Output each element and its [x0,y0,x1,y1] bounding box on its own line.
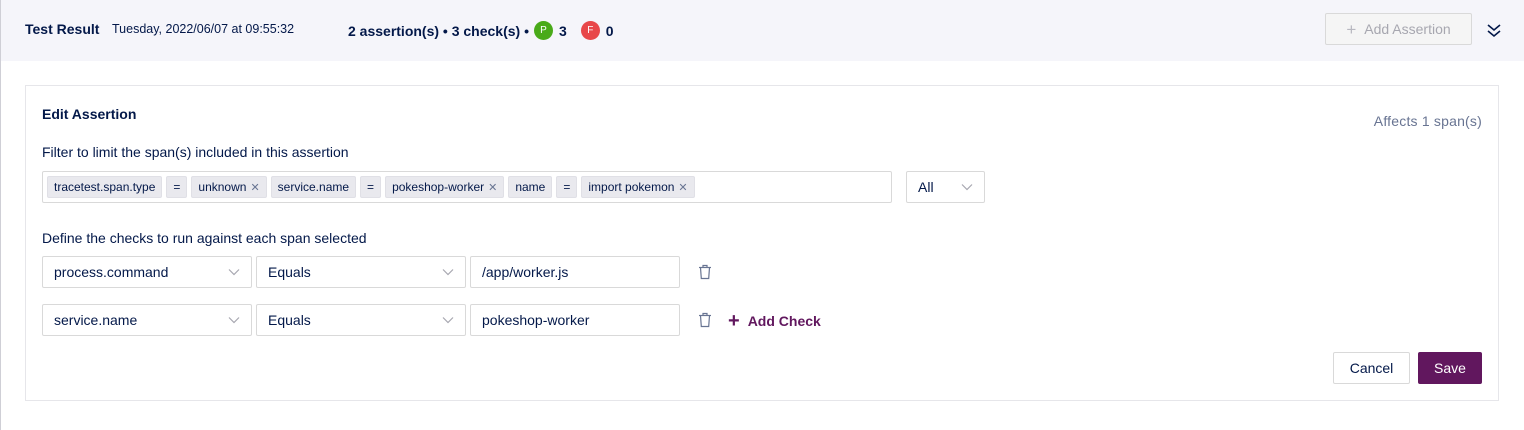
cancel-button[interactable]: Cancel [1333,352,1410,384]
add-check-button[interactable]: + Add Check [728,311,821,331]
pass-count: 3 [559,22,567,39]
plus-icon: + [728,310,740,332]
filter-label: Filter to limit the span(s) included in … [42,144,349,160]
check-value-text: /app/worker.js [482,264,569,280]
check-comparator-value: Equals [268,312,311,328]
page-title: Test Result [25,21,100,37]
filter-tag-operator: = [556,176,578,198]
check-attribute-value: process.command [54,264,169,280]
affected-spans-count: Affects 1 span(s) [1373,113,1482,129]
chevron-down-icon [442,317,454,324]
fail-badge: F [580,21,600,40]
edit-assertion-form: Edit Assertion Affects 1 span(s) Filter … [25,85,1499,401]
filter-tag-operator: = [166,176,188,198]
check-value-input[interactable]: /app/worker.js [470,256,680,288]
match-mode-select[interactable]: All [906,171,985,203]
add-check-label: Add Check [747,313,821,329]
assertion-summary: 2 assertion(s) • 3 check(s) • P 3 F 0 [348,21,614,40]
chevron-down-icon [228,269,240,276]
plus-icon: + [1346,19,1357,39]
check-comparator-select[interactable]: Equals [256,304,466,336]
double-chevron-down-icon[interactable] [1485,20,1503,40]
filter-tag-value-text: import pokemon [588,180,675,194]
fail-count: 0 [605,22,614,39]
summary-text: 2 assertion(s) • 3 check(s) • [348,22,529,39]
check-comparator-select[interactable]: Equals [256,256,466,288]
filter-tag-key: service.name [270,176,357,198]
remove-tag-icon[interactable]: ✕ [488,181,497,194]
remove-tag-icon[interactable]: ✕ [250,181,259,194]
pass-badge: P [534,21,553,40]
check-attribute-select[interactable]: service.name [42,304,252,336]
filter-tag-value: import pokemon ✕ [581,176,695,198]
save-button[interactable]: Save [1418,352,1482,384]
filter-tag-value-text: pokeshop-worker [392,180,485,194]
check-attribute-value: service.name [54,312,138,328]
add-assertion-button[interactable]: + Add Assertion [1325,13,1472,45]
trash-icon[interactable] [698,312,712,328]
checks-label: Define the checks to run against each sp… [42,230,367,246]
remove-tag-icon[interactable]: ✕ [678,181,687,194]
test-result-header: Test Result Tuesday, 2022/06/07 at 09:55… [0,0,1524,61]
check-value-text: pokeshop-worker [482,312,590,328]
trash-icon[interactable] [698,264,712,280]
check-comparator-value: Equals [268,264,311,280]
filter-tag-value: pokeshop-worker ✕ [385,176,505,198]
filter-tag-key: name [508,176,553,198]
chevron-down-icon [442,269,454,276]
filter-tag-operator: = [360,176,382,198]
filter-tag-value: unknown ✕ [191,176,267,198]
chevron-down-icon [228,317,240,324]
form-title: Edit Assertion [42,106,137,122]
filter-tag-key: tracetest.span.type [47,176,163,198]
filter-tag-value-text: unknown [198,180,247,194]
add-assertion-label: Add Assertion [1364,21,1451,37]
span-filter-input[interactable]: tracetest.span.type = unknown ✕ service.n… [42,171,892,203]
check-attribute-select[interactable]: process.command [42,256,252,288]
run-timestamp: Tuesday, 2022/06/07 at 09:55:32 [112,22,295,36]
match-mode-value: All [918,179,934,195]
chevron-down-icon [961,184,973,191]
panel-divider [0,61,1,430]
check-value-input[interactable]: pokeshop-worker [470,304,680,336]
